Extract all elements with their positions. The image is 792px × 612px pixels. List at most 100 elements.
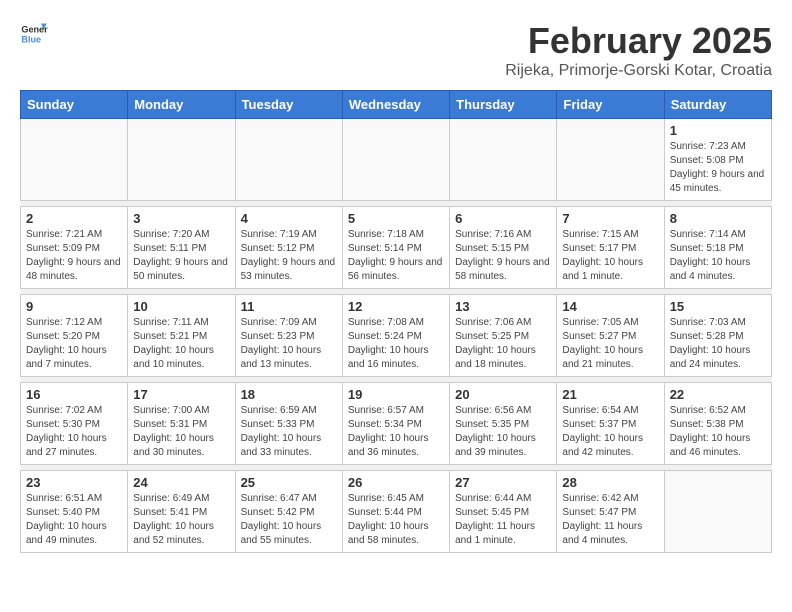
logo: General Blue: [20, 20, 48, 48]
calendar-day: 24 Sunrise: 6:49 AM Sunset: 5:41 PM Dayli…: [128, 471, 235, 553]
calendar-day: 25 Sunrise: 6:47 AM Sunset: 5:42 PM Dayli…: [235, 471, 342, 553]
calendar-day: 19Sunrise: 6:57 AM Sunset: 5:34 PM Dayli…: [342, 383, 449, 465]
calendar-day: 26 Sunrise: 6:45 AM Sunset: 5:44 PM Dayli…: [342, 471, 449, 553]
day-info: Sunrise: 6:56 AM Sunset: 5:35 PM Dayligh…: [455, 404, 551, 460]
day-number: 7: [562, 211, 658, 226]
day-number: 18: [241, 387, 337, 402]
weekday-header-friday: Friday: [557, 91, 664, 119]
day-info: Sunrise: 7:05 AM Sunset: 5:27 PM Dayligh…: [562, 316, 658, 372]
day-info: Sunrise: 7:08 AM Sunset: 5:24 PM Dayligh…: [348, 316, 444, 372]
calendar-day: 17Sunrise: 7:00 AM Sunset: 5:31 PM Dayli…: [128, 383, 235, 465]
day-info: Sunrise: 6:59 AM Sunset: 5:33 PM Dayligh…: [241, 404, 337, 460]
calendar-day: 8 Sunrise: 7:14 AM Sunset: 5:18 PM Daylig…: [664, 207, 771, 289]
calendar-day: 11 Sunrise: 7:09 AM Sunset: 5:23 PM Dayli…: [235, 295, 342, 377]
calendar-subtitle: Rijeka, Primorje-Gorski Kotar, Croatia: [505, 62, 772, 80]
day-number: 10: [133, 299, 229, 314]
day-info: Sunrise: 7:02 AM Sunset: 5:30 PM Dayligh…: [26, 404, 122, 460]
weekday-header-sunday: Sunday: [21, 91, 128, 119]
calendar-day: 10Sunrise: 7:11 AM Sunset: 5:21 PM Dayli…: [128, 295, 235, 377]
calendar-week-4: 16 Sunrise: 7:02 AM Sunset: 5:30 PM Dayli…: [21, 383, 772, 465]
weekday-header-tuesday: Tuesday: [235, 91, 342, 119]
day-info: Sunrise: 7:23 AM Sunset: 5:08 PM Dayligh…: [670, 140, 766, 196]
weekday-header-wednesday: Wednesday: [342, 91, 449, 119]
title-block: February 2025 Rijeka, Primorje-Gorski Ko…: [505, 20, 772, 80]
calendar-day: 2 Sunrise: 7:21 AM Sunset: 5:09 PM Daylig…: [21, 207, 128, 289]
calendar-day: 15 Sunrise: 7:03 AM Sunset: 5:28 PM Dayli…: [664, 295, 771, 377]
day-number: 14: [562, 299, 658, 314]
day-number: 22: [670, 387, 766, 402]
day-number: 11: [241, 299, 337, 314]
day-info: Sunrise: 6:49 AM Sunset: 5:41 PM Dayligh…: [133, 492, 229, 548]
day-number: 23: [26, 475, 122, 490]
calendar-day: 13 Sunrise: 7:06 AM Sunset: 5:25 PM Dayli…: [450, 295, 557, 377]
day-info: Sunrise: 7:21 AM Sunset: 5:09 PM Dayligh…: [26, 228, 122, 284]
calendar-day: [128, 119, 235, 201]
day-number: 2: [26, 211, 122, 226]
calendar-day: 27Sunrise: 6:44 AM Sunset: 5:45 PM Dayli…: [450, 471, 557, 553]
calendar-day: 22 Sunrise: 6:52 AM Sunset: 5:38 PM Dayli…: [664, 383, 771, 465]
calendar-day: 3Sunrise: 7:20 AM Sunset: 5:11 PM Daylig…: [128, 207, 235, 289]
day-number: 28: [562, 475, 658, 490]
calendar-day: 21 Sunrise: 6:54 AM Sunset: 5:37 PM Dayli…: [557, 383, 664, 465]
calendar-day: 28Sunrise: 6:42 AM Sunset: 5:47 PM Dayli…: [557, 471, 664, 553]
page-header: General Blue February 2025 Rijeka, Primo…: [20, 20, 772, 80]
day-info: Sunrise: 7:18 AM Sunset: 5:14 PM Dayligh…: [348, 228, 444, 284]
calendar-day: 5Sunrise: 7:18 AM Sunset: 5:14 PM Daylig…: [342, 207, 449, 289]
day-info: Sunrise: 6:44 AM Sunset: 5:45 PM Dayligh…: [455, 492, 551, 548]
day-number: 24: [133, 475, 229, 490]
day-number: 8: [670, 211, 766, 226]
calendar-week-1: 1 Sunrise: 7:23 AM Sunset: 5:08 PM Daylig…: [21, 119, 772, 201]
calendar-day: [21, 119, 128, 201]
weekday-header-thursday: Thursday: [450, 91, 557, 119]
calendar-day: [235, 119, 342, 201]
calendar-day: [557, 119, 664, 201]
calendar-day: 18 Sunrise: 6:59 AM Sunset: 5:33 PM Dayli…: [235, 383, 342, 465]
day-number: 20: [455, 387, 551, 402]
day-info: Sunrise: 7:19 AM Sunset: 5:12 PM Dayligh…: [241, 228, 337, 284]
day-info: Sunrise: 7:16 AM Sunset: 5:15 PM Dayligh…: [455, 228, 551, 284]
calendar-week-5: 23 Sunrise: 6:51 AM Sunset: 5:40 PM Dayli…: [21, 471, 772, 553]
day-number: 25: [241, 475, 337, 490]
day-info: Sunrise: 7:15 AM Sunset: 5:17 PM Dayligh…: [562, 228, 658, 284]
calendar-day: [450, 119, 557, 201]
day-info: Sunrise: 6:52 AM Sunset: 5:38 PM Dayligh…: [670, 404, 766, 460]
calendar-day: 12 Sunrise: 7:08 AM Sunset: 5:24 PM Dayli…: [342, 295, 449, 377]
day-number: 12: [348, 299, 444, 314]
calendar-day: 20 Sunrise: 6:56 AM Sunset: 5:35 PM Dayli…: [450, 383, 557, 465]
day-number: 13: [455, 299, 551, 314]
day-info: Sunrise: 6:54 AM Sunset: 5:37 PM Dayligh…: [562, 404, 658, 460]
day-number: 26: [348, 475, 444, 490]
weekday-header-saturday: Saturday: [664, 91, 771, 119]
day-number: 16: [26, 387, 122, 402]
day-number: 9: [26, 299, 122, 314]
day-info: Sunrise: 7:14 AM Sunset: 5:18 PM Dayligh…: [670, 228, 766, 284]
day-info: Sunrise: 7:09 AM Sunset: 5:23 PM Dayligh…: [241, 316, 337, 372]
calendar-week-3: 9 Sunrise: 7:12 AM Sunset: 5:20 PM Daylig…: [21, 295, 772, 377]
calendar-day: 23 Sunrise: 6:51 AM Sunset: 5:40 PM Dayli…: [21, 471, 128, 553]
calendar-day: [664, 471, 771, 553]
day-info: Sunrise: 7:06 AM Sunset: 5:25 PM Dayligh…: [455, 316, 551, 372]
day-info: Sunrise: 7:03 AM Sunset: 5:28 PM Dayligh…: [670, 316, 766, 372]
calendar-table: SundayMondayTuesdayWednesdayThursdayFrid…: [20, 90, 772, 553]
day-info: Sunrise: 6:51 AM Sunset: 5:40 PM Dayligh…: [26, 492, 122, 548]
calendar-day: 4 Sunrise: 7:19 AM Sunset: 5:12 PM Daylig…: [235, 207, 342, 289]
day-number: 6: [455, 211, 551, 226]
calendar-day: 9 Sunrise: 7:12 AM Sunset: 5:20 PM Daylig…: [21, 295, 128, 377]
day-info: Sunrise: 6:57 AM Sunset: 5:34 PM Dayligh…: [348, 404, 444, 460]
day-number: 15: [670, 299, 766, 314]
day-number: 4: [241, 211, 337, 226]
svg-text:Blue: Blue: [21, 34, 41, 44]
day-info: Sunrise: 7:12 AM Sunset: 5:20 PM Dayligh…: [26, 316, 122, 372]
calendar-day: 6 Sunrise: 7:16 AM Sunset: 5:15 PM Daylig…: [450, 207, 557, 289]
calendar-week-2: 2 Sunrise: 7:21 AM Sunset: 5:09 PM Daylig…: [21, 207, 772, 289]
calendar-day: 16 Sunrise: 7:02 AM Sunset: 5:30 PM Dayli…: [21, 383, 128, 465]
day-info: Sunrise: 6:45 AM Sunset: 5:44 PM Dayligh…: [348, 492, 444, 548]
day-number: 21: [562, 387, 658, 402]
day-number: 3: [133, 211, 229, 226]
logo-icon: General Blue: [20, 20, 48, 48]
day-info: Sunrise: 6:47 AM Sunset: 5:42 PM Dayligh…: [241, 492, 337, 548]
day-number: 1: [670, 123, 766, 138]
day-info: Sunrise: 7:00 AM Sunset: 5:31 PM Dayligh…: [133, 404, 229, 460]
calendar-day: [342, 119, 449, 201]
calendar-day: 14 Sunrise: 7:05 AM Sunset: 5:27 PM Dayli…: [557, 295, 664, 377]
